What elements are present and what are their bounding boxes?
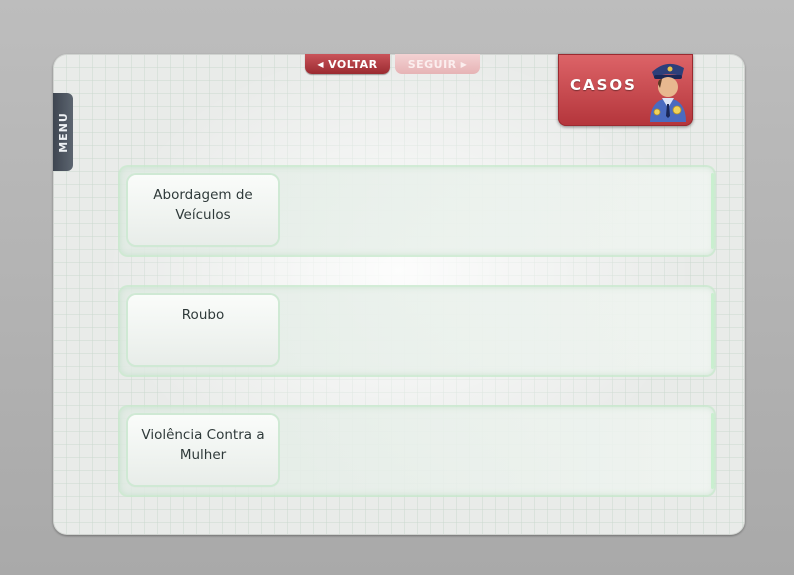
case-card[interactable]: Violência Contra a Mulher xyxy=(128,415,278,485)
forward-button-label: SEGUIR xyxy=(407,57,457,71)
case-card[interactable]: Abordagem de Veículos xyxy=(128,175,278,245)
arrow-left-icon: ◀ xyxy=(317,59,325,69)
casos-title: CASOS xyxy=(570,76,637,94)
arrow-right-icon: ▶ xyxy=(460,59,468,69)
police-officer-icon xyxy=(650,63,686,122)
forward-button[interactable]: SEGUIR ▶ xyxy=(395,54,480,74)
back-button-label: VOLTAR xyxy=(328,57,378,71)
case-row-1[interactable]: Abordagem de Veículos xyxy=(120,167,714,255)
case-label: Roubo xyxy=(181,307,225,323)
menu-tab-label: MENU xyxy=(56,111,70,153)
case-label: Violência Contra a Mulher xyxy=(141,427,265,463)
case-label: Abordagem de Veículos xyxy=(153,187,253,223)
menu-tab[interactable]: MENU xyxy=(53,93,73,171)
case-row-2[interactable]: Roubo xyxy=(120,287,714,375)
case-card[interactable]: Roubo xyxy=(128,295,278,365)
case-row-3[interactable]: Violência Contra a Mulher xyxy=(120,407,714,495)
back-button[interactable]: ◀ VOLTAR xyxy=(305,54,390,74)
casos-header-badge[interactable]: CASOS xyxy=(558,54,693,126)
